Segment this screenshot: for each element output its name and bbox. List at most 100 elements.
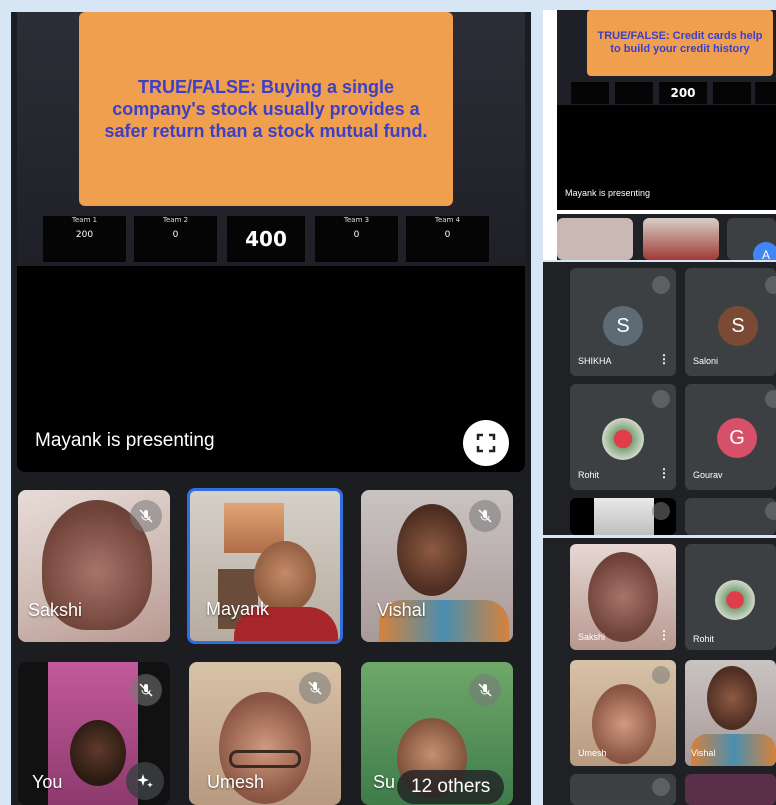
mini-tile-strip: A bbox=[557, 214, 776, 260]
right-top-panel: TRUE/FALSE: Credit cards help to build y… bbox=[543, 10, 776, 260]
participant-tile-you[interactable]: You bbox=[18, 662, 170, 805]
avatar-letter: A bbox=[761, 248, 770, 260]
participant-face bbox=[397, 504, 467, 596]
mic-off-icon bbox=[652, 666, 670, 684]
effects-button[interactable] bbox=[126, 762, 164, 800]
mini-score-1 bbox=[571, 82, 609, 104]
mic-off-icon bbox=[652, 276, 670, 294]
avatar-letter: S bbox=[731, 314, 745, 337]
tile-partial-2[interactable] bbox=[685, 498, 776, 535]
mini-presentation[interactable]: TRUE/FALSE: Credit cards help to build y… bbox=[557, 10, 776, 210]
mic-off-icon bbox=[765, 276, 776, 294]
participant-name: Sakshi bbox=[28, 600, 83, 620]
tile-partial-4[interactable] bbox=[685, 774, 776, 805]
participant-name: Vishal bbox=[377, 600, 426, 620]
tile-partial-3[interactable] bbox=[570, 774, 676, 805]
participant-name: Vishal bbox=[691, 748, 716, 758]
tile-shikha[interactable]: S SHIKHA ⋮ bbox=[570, 268, 676, 376]
participant-tile-mayank[interactable]: Mayank bbox=[187, 488, 343, 644]
avatar bbox=[715, 580, 755, 620]
team-score: 0 bbox=[444, 230, 451, 240]
tile-rohit[interactable]: Rohit ⋮ bbox=[570, 384, 676, 490]
participant-tile-sakshi[interactable]: Sakshi bbox=[18, 490, 170, 642]
mini-tile-2[interactable] bbox=[643, 218, 719, 260]
mic-off-icon bbox=[469, 674, 501, 706]
participant-face bbox=[707, 666, 757, 730]
others-count: 12 others bbox=[411, 776, 491, 797]
team-label: Team 4 bbox=[434, 216, 461, 224]
participant-face bbox=[70, 720, 126, 786]
right-bottom-panel: Sakshi ⋮ Rohit Umesh Vishal bbox=[543, 538, 776, 805]
mic-off-icon bbox=[130, 500, 162, 532]
participant-name: Gourav bbox=[693, 470, 723, 480]
glasses bbox=[229, 750, 301, 768]
score-team-2: Team 2 0 bbox=[134, 216, 217, 262]
team-label: Team 3 bbox=[343, 216, 370, 224]
mini-score-2 bbox=[615, 82, 653, 104]
tile-umesh-small[interactable]: Umesh bbox=[570, 660, 676, 766]
score-center: 400 bbox=[227, 216, 305, 262]
mini-slide-card: TRUE/FALSE: Credit cards help to build y… bbox=[587, 10, 773, 76]
more-options-icon[interactable]: ⋮ bbox=[658, 628, 670, 642]
participant-name: Umesh bbox=[578, 748, 607, 758]
participant-name: Saloni bbox=[693, 356, 719, 366]
team-score: 200 bbox=[75, 230, 94, 240]
participant-name: Sakshi bbox=[578, 632, 606, 642]
participant-name: You bbox=[32, 772, 63, 792]
team-label: Team 2 bbox=[162, 216, 189, 224]
tile-saloni[interactable]: S Saloni bbox=[685, 268, 776, 376]
more-options-icon[interactable]: ⋮ bbox=[658, 466, 670, 480]
fullscreen-button[interactable] bbox=[463, 420, 509, 466]
team-score: 0 bbox=[353, 230, 360, 240]
score-team-3: Team 3 0 bbox=[315, 216, 398, 262]
participant-face bbox=[588, 552, 658, 642]
participant-name: Umesh bbox=[207, 772, 265, 792]
participant-tile-vishal[interactable]: Vishal bbox=[361, 490, 513, 642]
mic-off-icon bbox=[765, 502, 776, 520]
mini-score-4 bbox=[755, 82, 776, 104]
mic-off-icon bbox=[765, 390, 776, 408]
team-label: Team 1 bbox=[71, 216, 98, 224]
avatar-letter: G bbox=[729, 426, 745, 449]
tile-partial-1[interactable] bbox=[570, 498, 676, 535]
mic-off-icon bbox=[652, 778, 670, 796]
mini-score-center: 200 bbox=[659, 82, 707, 104]
participant-name: Rohit bbox=[693, 634, 715, 644]
presentation-area[interactable]: TRUE/FALSE: Buying a single company's st… bbox=[17, 12, 525, 472]
participant-name: Su bbox=[373, 772, 396, 792]
slide-question-text: TRUE/FALSE: Buying a single company's st… bbox=[104, 77, 428, 141]
mini-score-3 bbox=[713, 82, 751, 104]
center-score: 400 bbox=[245, 227, 287, 251]
mic-off-icon bbox=[130, 674, 162, 706]
mini-tile-1[interactable] bbox=[557, 218, 633, 260]
tile-sakshi-small[interactable]: Sakshi ⋮ bbox=[570, 544, 676, 650]
avatar: A bbox=[753, 242, 776, 260]
video-feed bbox=[594, 498, 654, 535]
team-score: 0 bbox=[172, 230, 179, 240]
mic-off-icon bbox=[652, 502, 670, 520]
mini-slide-frame: TRUE/FALSE: Credit cards help to build y… bbox=[557, 10, 776, 105]
mini-tile-3[interactable]: A bbox=[727, 218, 776, 260]
avatar-letter: S bbox=[616, 314, 630, 337]
others-pill[interactable]: 12 others bbox=[397, 770, 505, 804]
more-options-icon[interactable]: ⋮ bbox=[658, 352, 670, 366]
mini-presenting-label: Mayank is presenting bbox=[565, 188, 651, 198]
slide-frame: TRUE/FALSE: Buying a single company's st… bbox=[17, 12, 525, 266]
participant-tile-umesh[interactable]: Umesh bbox=[189, 662, 341, 805]
participant-tile-others[interactable]: Su 12 others bbox=[361, 662, 513, 805]
score-team-1: Team 1 200 bbox=[43, 216, 126, 262]
slide-question-card: TRUE/FALSE: Buying a single company's st… bbox=[79, 12, 453, 206]
avatar bbox=[602, 418, 644, 460]
avatar: G bbox=[717, 418, 757, 458]
tile-vishal-small[interactable]: Vishal bbox=[685, 660, 776, 766]
mini-center-score: 200 bbox=[670, 86, 696, 100]
mic-off-icon bbox=[652, 390, 670, 408]
fullscreen-icon bbox=[476, 433, 496, 453]
mic-off-icon bbox=[469, 500, 501, 532]
main-meeting-panel: TRUE/FALSE: Buying a single company's st… bbox=[11, 12, 531, 805]
tile-rohit-small[interactable]: Rohit bbox=[685, 544, 776, 650]
right-middle-panel: S SHIKHA ⋮ S Saloni Rohit ⋮ G Gourav bbox=[543, 262, 776, 535]
mic-off-icon bbox=[299, 672, 331, 704]
avatar: S bbox=[718, 306, 758, 346]
tile-gourav[interactable]: G Gourav bbox=[685, 384, 776, 490]
